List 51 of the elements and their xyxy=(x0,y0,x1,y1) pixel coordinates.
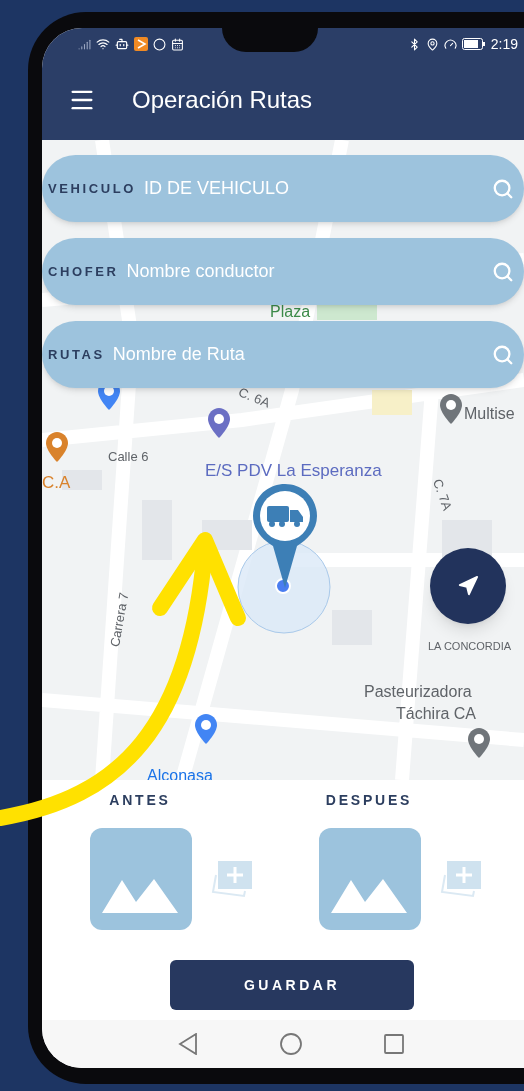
field-label: RUTAS xyxy=(48,345,105,364)
map-label: Plaza xyxy=(270,304,311,319)
map-label: Calle 6 xyxy=(108,448,149,466)
map-label: C.A xyxy=(42,472,71,494)
battery-icon xyxy=(461,38,486,50)
field-label: VEHICULO xyxy=(48,179,136,198)
search-icon[interactable] xyxy=(492,177,514,200)
place-pin-icon xyxy=(440,394,462,424)
back-icon[interactable] xyxy=(178,1033,198,1055)
field-label: CHOFER xyxy=(48,262,119,281)
recent-apps-icon[interactable] xyxy=(384,1034,404,1054)
play-icon xyxy=(134,37,148,51)
search-field[interactable]: RUTAS Nombre de Ruta xyxy=(42,321,524,388)
restaurant-pin-icon xyxy=(46,432,68,462)
locate-button[interactable] xyxy=(430,548,506,624)
fuel-pin-icon xyxy=(208,408,230,438)
map-label: Multise xyxy=(464,404,515,424)
image-placeholder-icon[interactable] xyxy=(319,828,421,930)
robot-icon xyxy=(115,37,129,51)
map-label: Pasteurizadora xyxy=(364,682,472,702)
photo-label: DESPUES xyxy=(325,791,413,810)
place-pin-icon xyxy=(468,728,490,758)
app-title: Operación Rutas xyxy=(132,85,313,115)
home-icon[interactable] xyxy=(280,1033,302,1055)
map-label: Táchira CA xyxy=(396,704,477,724)
add-photo-icon[interactable] xyxy=(210,859,252,899)
calendar-icon xyxy=(171,37,184,51)
add-photo-icon[interactable] xyxy=(439,859,481,899)
map-label: E/S PDV La Esperanza xyxy=(205,460,382,482)
save-button[interactable]: GUARDAR xyxy=(170,960,414,1010)
shop-pin-icon xyxy=(195,714,217,744)
navigate-icon xyxy=(457,575,479,597)
truck-pin-icon xyxy=(250,482,320,588)
map-label: Carrera 7 xyxy=(106,591,133,649)
search-input[interactable]: ID DE VEHICULO xyxy=(144,175,484,202)
photo-label: ANTES xyxy=(109,791,171,810)
gauge-icon xyxy=(443,37,457,51)
wifi-icon xyxy=(96,37,110,51)
location-icon xyxy=(425,37,439,51)
building-block xyxy=(372,390,412,415)
search-field[interactable]: CHOFER Nombre conductor xyxy=(42,238,524,305)
image-placeholder-icon[interactable] xyxy=(90,828,192,930)
search-input[interactable]: Nombre de Ruta xyxy=(112,341,484,368)
signal-icon xyxy=(78,37,91,51)
search-icon[interactable] xyxy=(492,260,514,283)
search-icon[interactable] xyxy=(492,343,514,366)
map-label: C. 7A xyxy=(428,476,457,514)
map-label: LA CONCORDIA xyxy=(428,639,512,654)
search-input[interactable]: Nombre conductor xyxy=(126,258,484,285)
status-time: 2:19 xyxy=(490,34,518,54)
search-field[interactable]: VEHICULO ID DE VEHICULO xyxy=(42,155,524,222)
